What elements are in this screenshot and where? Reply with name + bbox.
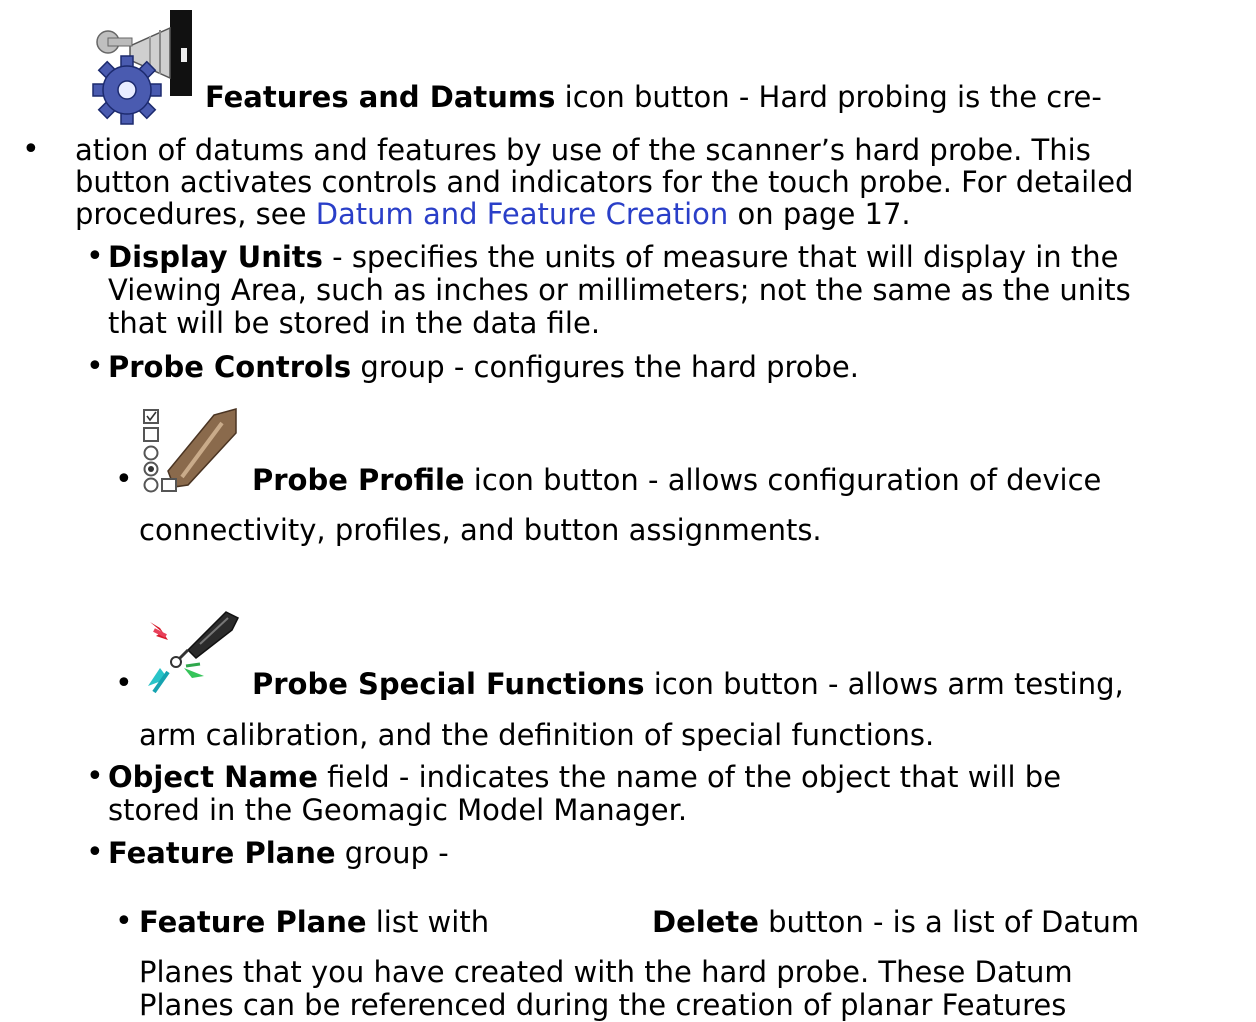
object-name-title: Object Name (108, 760, 318, 794)
feature-plane-list-line-3: Planes can be referenced during the crea… (139, 988, 1067, 1022)
features-and-datums-line-2: ation of datums and features by use of t… (75, 133, 1091, 167)
features-and-datums-line-3: button activates controls and indicators… (75, 165, 1134, 199)
object-name-line-2: stored in the Geomagic Model Manager. (108, 793, 688, 827)
delete-button-line: Delete button - is a list of Datum (652, 905, 1140, 939)
display-units-title: Display Units (108, 240, 323, 274)
delete-button-label: Delete (652, 905, 759, 939)
probe-profile-icon (143, 408, 237, 493)
probe-controls-line: Probe Controls group - configures the ha… (108, 350, 859, 384)
bullet: • (86, 239, 104, 274)
features-and-datums-title: Features and Datums (205, 80, 556, 114)
display-units-line-3: that will be stored in the data file. (108, 306, 601, 340)
bullet: • (86, 349, 104, 384)
display-units-line-2: Viewing Area, such as inches or millimet… (108, 273, 1131, 307)
probe-profile-line-2: connectivity, profiles, and button assig… (139, 513, 822, 547)
object-name-line-1: Object Name field - indicates the name o… (108, 760, 1062, 794)
bullet: • (115, 666, 133, 701)
feature-plane-list-line-2: Planes that you have created with the ha… (139, 955, 1073, 989)
probe-special-functions-title: Probe Special Functions (252, 667, 645, 701)
display-units-line-1: Display Units - specifies the units of m… (108, 240, 1119, 274)
bullet: • (86, 759, 104, 794)
bullet: • (115, 904, 133, 939)
probe-special-functions-line-2: arm calibration, and the definition of s… (139, 718, 935, 752)
feature-plane-list-title: Feature Plane (139, 905, 367, 939)
bullet: • (22, 132, 40, 167)
probe-special-functions-icon (148, 611, 240, 694)
probe-profile-title: Probe Profile (252, 463, 465, 497)
feature-plane-group-line: Feature Plane group - (108, 836, 449, 870)
probe-profile-line-1: Probe Profile icon button - allows confi… (252, 463, 1102, 497)
features-and-datums-line-1: Features and Datums icon button - Hard p… (205, 80, 1102, 114)
datum-feature-creation-link[interactable]: Datum and Feature Creation (316, 197, 729, 231)
bullet: • (115, 462, 133, 497)
probe-special-functions-line-1: Probe Special Functions icon button - al… (252, 667, 1124, 701)
features-and-datums-line-4: procedures, see Datum and Feature Creati… (75, 197, 911, 231)
feature-plane-group-title: Feature Plane (108, 836, 336, 870)
bullet: • (86, 835, 104, 870)
probe-controls-title: Probe Controls (108, 350, 352, 384)
feature-plane-list-line-1: Feature Plane list with (139, 905, 490, 939)
scanner-gear-icon (92, 10, 192, 125)
